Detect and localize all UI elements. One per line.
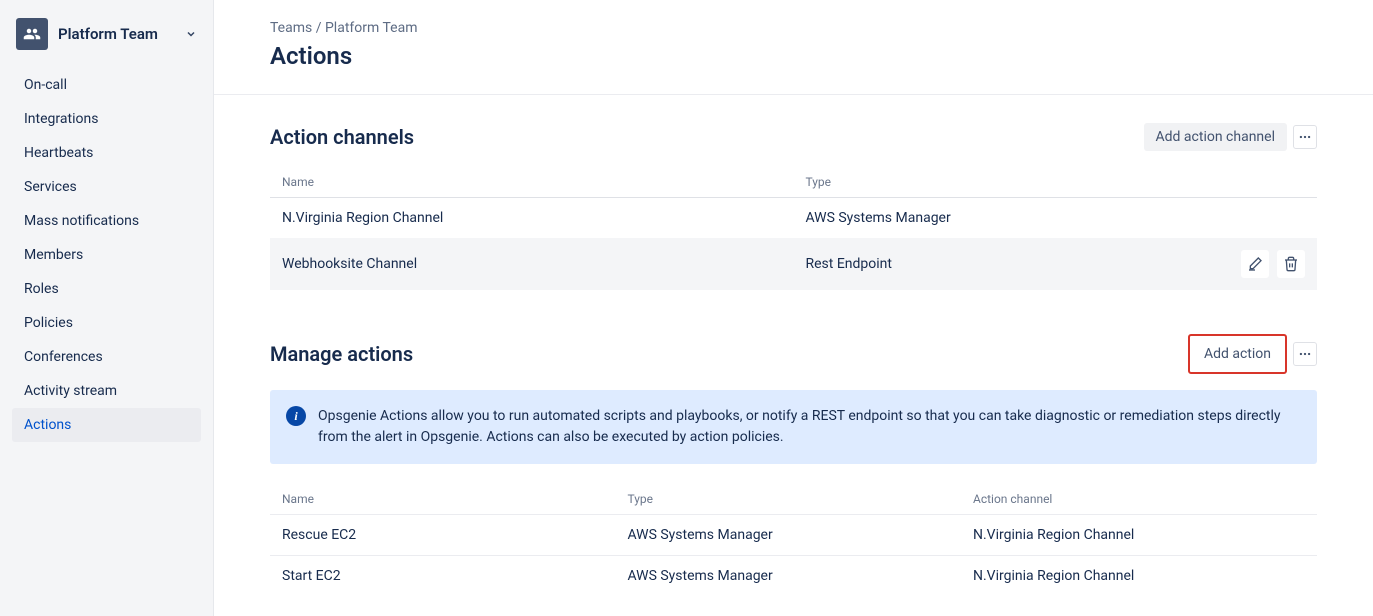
chevron-down-icon [185,25,197,44]
channels-table: Name Type N.Virginia Region Channel AWS … [270,167,1317,290]
team-selector[interactable]: Platform Team [12,18,201,50]
action-channel: N.Virginia Region Channel [961,556,1317,597]
info-text: Opsgenie Actions allow you to run automa… [318,406,1301,448]
channels-title: Action channels [270,125,414,149]
info-banner: i Opsgenie Actions allow you to run auto… [270,390,1317,464]
divider [214,94,1373,95]
table-row[interactable]: N.Virginia Region Channel AWS Systems Ma… [270,198,1317,239]
table-row[interactable]: Webhooksite Channel Rest Endpoint [270,238,1317,290]
sidebar-item-activity-stream[interactable]: Activity stream [12,374,201,408]
actions-col-type: Type [616,484,962,515]
team-name: Platform Team [58,25,175,43]
highlight-add-action: Add action [1188,334,1287,374]
sidebar-item-roles[interactable]: Roles [12,272,201,306]
channel-type: Rest Endpoint [794,238,1228,290]
table-row[interactable]: Rescue EC2 AWS Systems Manager N.Virgini… [270,515,1317,556]
sidebar-item-integrations[interactable]: Integrations [12,102,201,136]
more-actions-button[interactable] [1293,342,1317,366]
channel-name: Webhooksite Channel [270,238,794,290]
action-type: AWS Systems Manager [616,515,962,556]
action-name: Rescue EC2 [270,515,616,556]
sidebar-item-services[interactable]: Services [12,170,201,204]
channels-col-name: Name [270,167,794,198]
sidebar-item-members[interactable]: Members [12,238,201,272]
sidebar-item-conferences[interactable]: Conferences [12,340,201,374]
add-action-channel-button[interactable]: Add action channel [1144,123,1287,151]
action-type: AWS Systems Manager [616,556,962,597]
edit-channel-button[interactable] [1241,250,1269,278]
sidebar-item-on-call[interactable]: On-call [12,68,201,102]
delete-channel-button[interactable] [1277,250,1305,278]
action-name: Start EC2 [270,556,616,597]
actions-header: Manage actions Add action [270,334,1317,374]
breadcrumb-root[interactable]: Teams [270,20,312,36]
info-icon: i [286,406,306,426]
breadcrumb: Teams / Platform Team [270,20,1317,36]
breadcrumb-current[interactable]: Platform Team [325,20,418,36]
channels-col-type: Type [794,167,1228,198]
channels-header: Action channels Add action channel [270,123,1317,151]
actions-title: Manage actions [270,342,413,366]
channel-type: AWS Systems Manager [794,198,1228,239]
actions-table: Name Type Action channel Rescue EC2 AWS … [270,484,1317,596]
channel-name: N.Virginia Region Channel [270,198,794,239]
more-channels-button[interactable] [1293,125,1317,149]
team-icon [16,18,48,50]
actions-col-name: Name [270,484,616,515]
sidebar-item-heartbeats[interactable]: Heartbeats [12,136,201,170]
main-content: Teams / Platform Team Actions Action cha… [214,0,1373,616]
sidebar-item-mass-notifications[interactable]: Mass notifications [12,204,201,238]
breadcrumb-sep: / [316,20,322,36]
sidebar: Platform Team On-call Integrations Heart… [0,0,214,616]
page-title: Actions [270,42,1317,70]
sidebar-nav: On-call Integrations Heartbeats Services… [12,68,201,442]
sidebar-item-actions[interactable]: Actions [12,408,201,442]
actions-col-channel: Action channel [961,484,1317,515]
sidebar-item-policies[interactable]: Policies [12,306,201,340]
add-action-button[interactable]: Add action [1192,340,1283,368]
table-row[interactable]: Start EC2 AWS Systems Manager N.Virginia… [270,556,1317,597]
action-channel: N.Virginia Region Channel [961,515,1317,556]
